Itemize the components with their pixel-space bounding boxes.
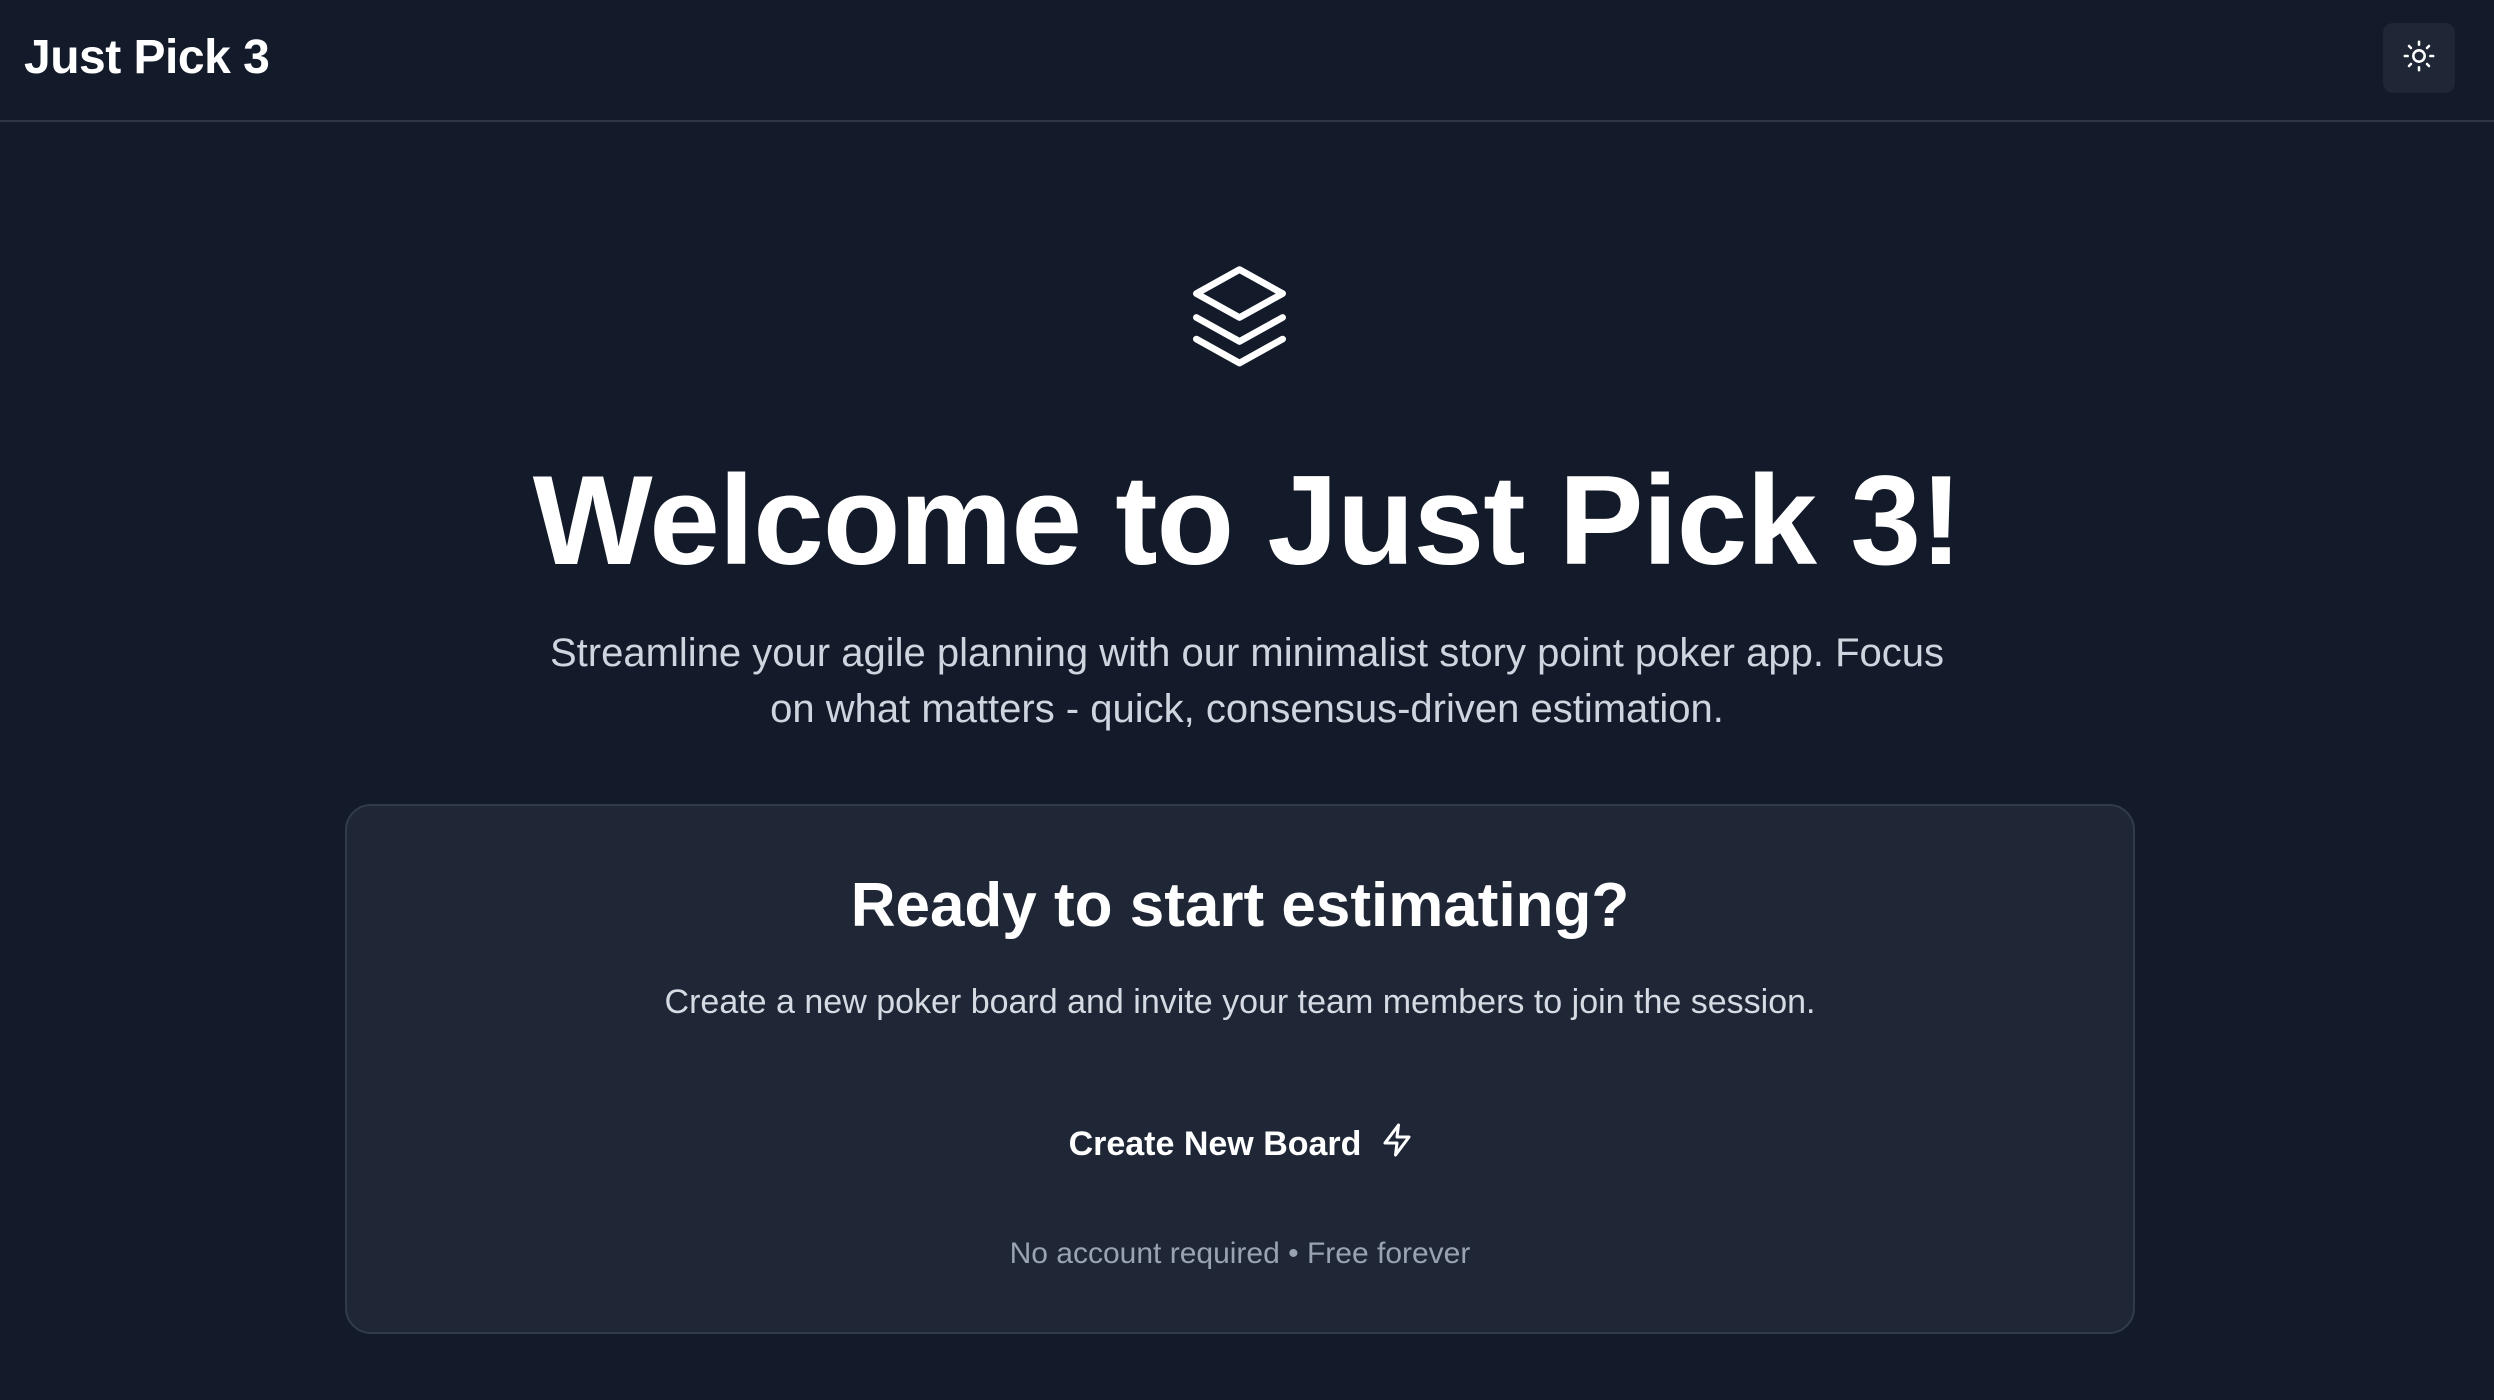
theme-toggle-button[interactable]	[2383, 23, 2455, 93]
sun-icon	[2402, 39, 2436, 78]
card-footnote: No account required • Free forever	[1009, 1237, 1471, 1270]
lightning-icon	[1379, 1122, 1415, 1167]
card-title: Ready to start estimating?	[850, 871, 1630, 940]
start-card: Ready to start estimating? Create a new …	[345, 804, 2135, 1334]
brand-title[interactable]: Just Pick 3	[24, 28, 270, 88]
app-header: Just Pick 3	[0, 0, 2494, 122]
layers-icon	[1182, 260, 1297, 375]
page-subtitle: Streamline your agile planning with our …	[549, 631, 1944, 731]
card-description: Create a new poker board and invite your…	[664, 983, 1816, 1021]
create-board-label: Create New Board	[1068, 1124, 1362, 1163]
create-board-button[interactable]: Create New Board	[997, 1106, 1487, 1182]
page-title: Welcome to Just Pick 3!	[532, 449, 1963, 591]
